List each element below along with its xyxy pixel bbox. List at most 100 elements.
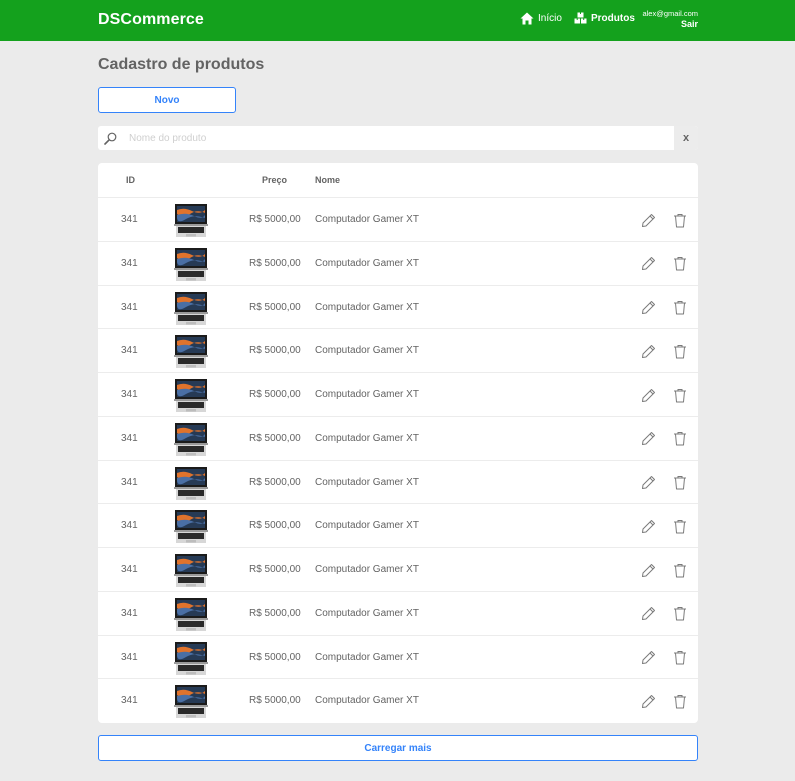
logout-link[interactable]: Sair: [642, 19, 698, 29]
edit-button[interactable]: [639, 561, 657, 579]
nav-home-link[interactable]: Início: [520, 12, 562, 25]
product-image: [174, 204, 208, 237]
trash-icon: [674, 563, 686, 577]
page-title: Cadastro de produtos: [98, 56, 265, 73]
delete-button[interactable]: [671, 649, 689, 667]
edit-button[interactable]: [639, 211, 657, 229]
product-id: 341: [121, 389, 138, 400]
trash-icon: [674, 607, 686, 621]
edit-button[interactable]: [639, 430, 657, 448]
user-email: alex@gmail.com: [642, 9, 698, 18]
trash-icon: [674, 476, 686, 490]
product-price: R$ 5000,00: [249, 476, 301, 488]
trash-icon: [674, 213, 686, 227]
delete-button[interactable]: [671, 342, 689, 360]
edit-button[interactable]: [639, 299, 657, 317]
edit-button[interactable]: [639, 649, 657, 667]
load-more-button[interactable]: Carregar mais: [98, 735, 698, 761]
product-image: [174, 466, 208, 500]
product-id: 341: [121, 695, 138, 707]
product-id: 341: [121, 432, 138, 444]
product-price: R$ 5000,00: [249, 607, 301, 619]
trash-icon: [674, 519, 686, 534]
column-header-name: Nome: [315, 175, 341, 185]
top-navbar: DSCommerce Início Produtos alex@gmail.co…: [0, 0, 795, 41]
product-price: R$ 5000,00: [249, 345, 301, 357]
trash-icon: [674, 432, 686, 446]
edit-button[interactable]: [639, 692, 657, 710]
table-row: 341 R$ 5000,00 Computador Gamer XT: [98, 548, 698, 592]
product-name: Computador Gamer XT: [315, 257, 419, 269]
edit-button[interactable]: [639, 517, 657, 535]
product-id: 341: [121, 214, 138, 225]
product-name: Computador Gamer XT: [315, 214, 419, 225]
products-table: ID Preço Nome 341 R$ 5000,00 Computador …: [98, 163, 698, 723]
table-header: ID Preço Nome: [98, 163, 698, 198]
table-row: 341 R$ 5000,00 Computador Gamer XT: [98, 679, 698, 723]
search-input[interactable]: [123, 126, 674, 150]
column-header-price: Preço: [262, 175, 288, 185]
table-row: 341 R$ 5000,00 Computador Gamer XT: [98, 198, 698, 242]
delete-button[interactable]: [671, 692, 689, 710]
edit-button[interactable]: [639, 342, 657, 360]
table-row: 341 R$ 5000,00 Computador Gamer XT: [98, 504, 698, 548]
product-price: R$ 5000,00: [249, 389, 301, 400]
trash-icon: [674, 257, 686, 271]
pencil-icon: [641, 257, 655, 271]
edit-button[interactable]: [639, 386, 657, 404]
product-image: [174, 510, 208, 544]
delete-button[interactable]: [671, 517, 689, 535]
pencil-icon: [641, 607, 655, 621]
delete-button[interactable]: [671, 211, 689, 229]
user-menu: alex@gmail.com Sair: [642, 9, 698, 29]
product-price: R$ 5000,00: [249, 257, 301, 269]
product-id: 341: [121, 257, 138, 269]
delete-button[interactable]: [671, 474, 689, 492]
trash-icon: [674, 344, 686, 359]
nav-products-label: Produtos: [591, 12, 635, 24]
edit-button[interactable]: [639, 605, 657, 623]
brand-logo[interactable]: DSCommerce: [98, 11, 204, 29]
product-name: Computador Gamer XT: [315, 695, 419, 707]
table-row: 341 R$ 5000,00 Computador Gamer XT: [98, 286, 698, 330]
table-row: 341 R$ 5000,00 Computador Gamer XT: [98, 242, 698, 286]
delete-button[interactable]: [671, 561, 689, 579]
product-id: 341: [121, 520, 138, 532]
nav-products-link[interactable]: Produtos: [574, 12, 635, 24]
product-name: Computador Gamer XT: [315, 345, 419, 357]
trash-icon: [674, 301, 686, 315]
product-image: [174, 422, 208, 456]
nav-home-label: Início: [538, 13, 562, 24]
table-row: 341 R$ 5000,00 Computador Gamer XT: [98, 461, 698, 505]
pencil-icon: [641, 519, 655, 533]
new-product-button[interactable]: Novo: [98, 87, 236, 113]
product-price: R$ 5000,00: [249, 214, 301, 225]
edit-button[interactable]: [639, 255, 657, 273]
table-row: 341 R$ 5000,00 Computador Gamer XT: [98, 592, 698, 636]
product-id: 341: [121, 607, 138, 619]
product-price: R$ 5000,00: [249, 564, 301, 575]
product-name: Computador Gamer XT: [315, 432, 419, 444]
pencil-icon: [641, 301, 655, 314]
table-row: 341 R$ 5000,00 Computador Gamer XT: [98, 636, 698, 680]
delete-button[interactable]: [671, 299, 689, 317]
edit-button[interactable]: [639, 474, 657, 492]
pencil-icon: [641, 476, 655, 489]
trash-icon: [674, 388, 686, 402]
product-price: R$ 5000,00: [249, 651, 301, 663]
search-icon: [104, 132, 117, 145]
boxes-icon: [574, 12, 587, 24]
delete-button[interactable]: [671, 386, 689, 404]
clear-search-button[interactable]: x: [674, 126, 698, 150]
pencil-icon: [641, 432, 655, 446]
delete-button[interactable]: [671, 255, 689, 273]
product-name: Computador Gamer XT: [315, 651, 419, 663]
search-bar: x: [98, 126, 698, 150]
delete-button[interactable]: [671, 430, 689, 448]
delete-button[interactable]: [671, 605, 689, 623]
table-body: 341 R$ 5000,00 Computador Gamer XT 341 R…: [98, 198, 698, 723]
product-name: Computador Gamer XT: [315, 520, 419, 532]
product-name: Computador Gamer XT: [315, 607, 419, 619]
pencil-icon: [641, 344, 655, 358]
pencil-icon: [641, 651, 655, 664]
